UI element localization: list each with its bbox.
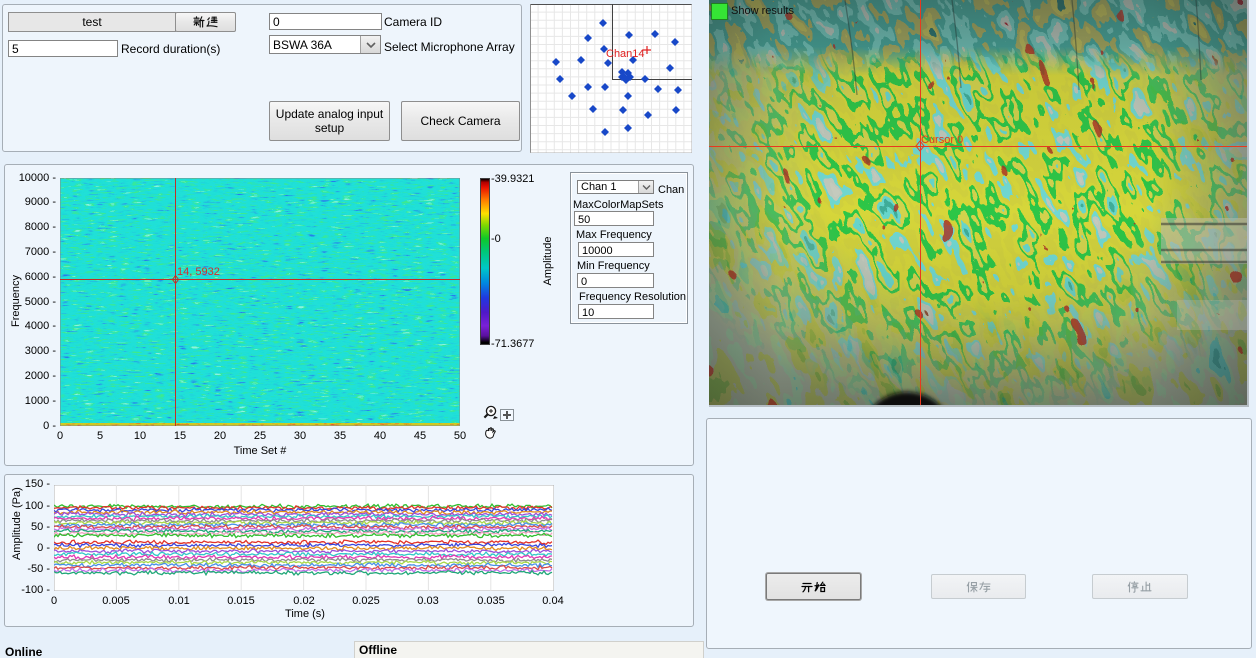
svg-text:14, 5932: 14, 5932 — [177, 266, 220, 278]
svg-text:Chan14: Chan14 — [606, 48, 645, 60]
